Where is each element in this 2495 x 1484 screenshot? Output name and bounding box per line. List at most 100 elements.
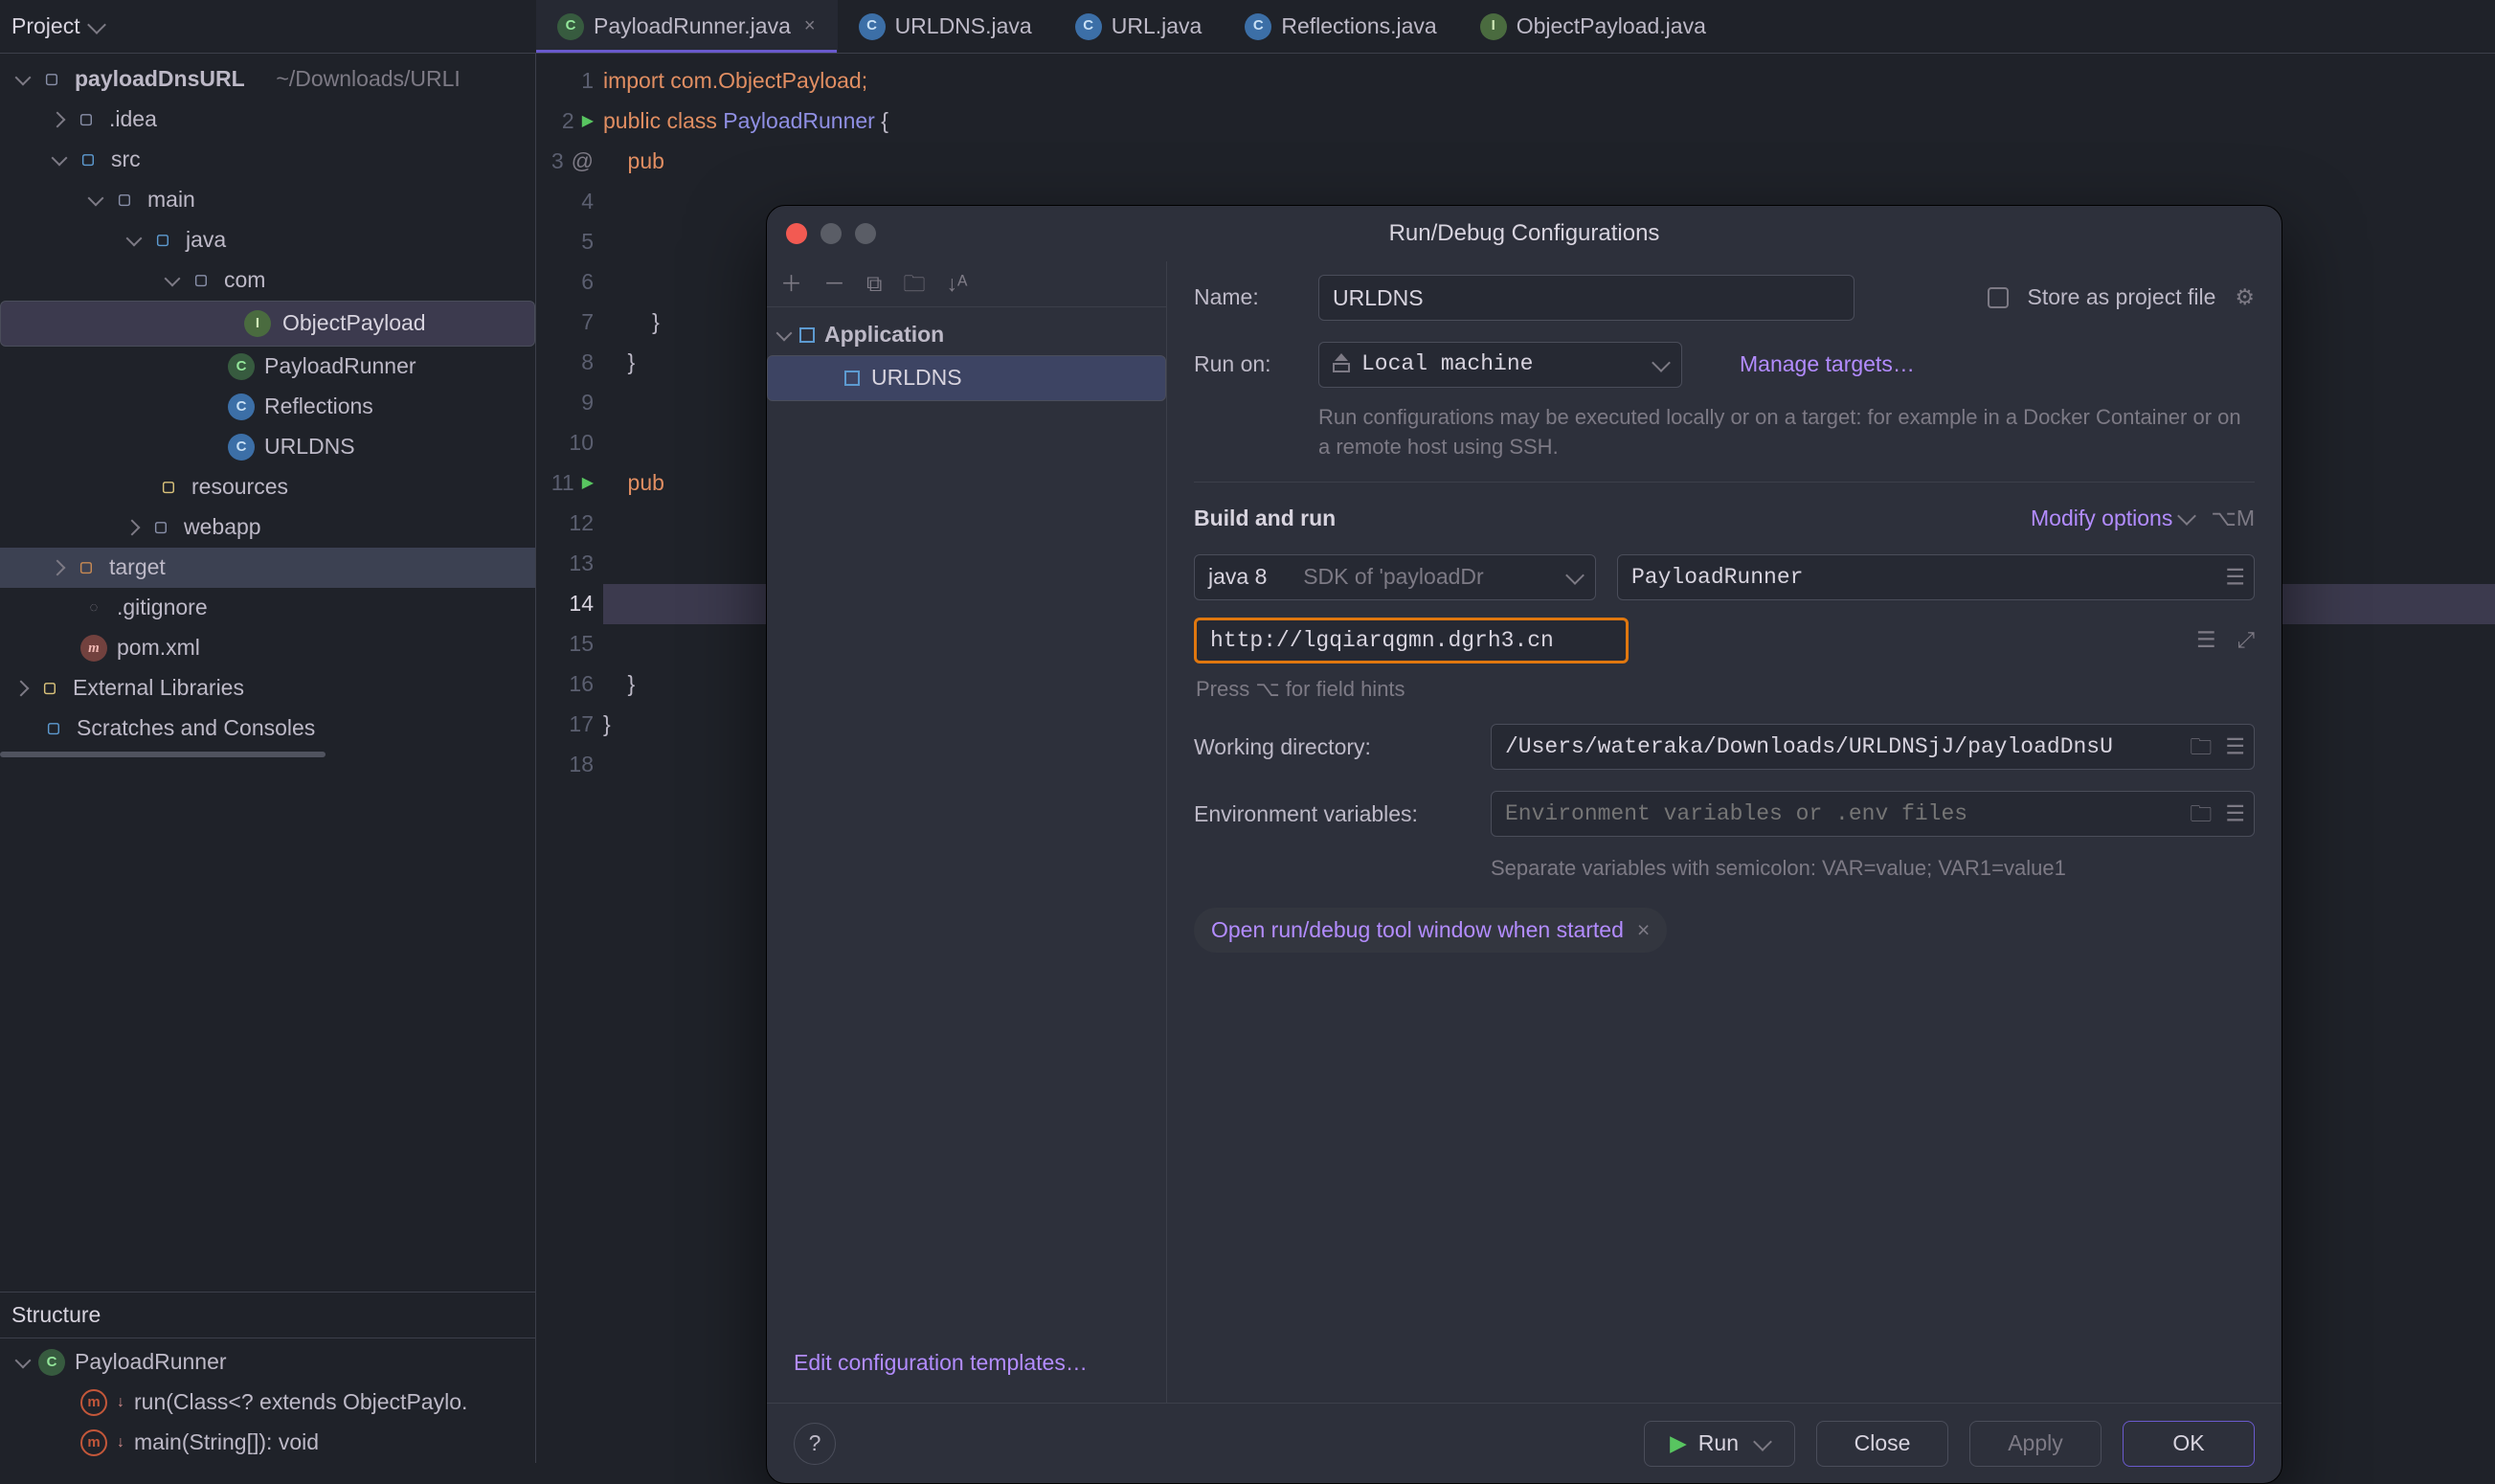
tree-target[interactable]: ▢target [0, 548, 535, 588]
horizontal-scrollbar[interactable] [0, 749, 535, 758]
config-item-urldns[interactable]: URLDNS [767, 355, 1166, 401]
project-toolwindow-header[interactable]: Project [0, 0, 536, 53]
folder-icon: ▢ [149, 227, 176, 254]
structure-class[interactable]: CPayloadRunner [0, 1342, 535, 1383]
copy-icon[interactable]: ⧉ [866, 269, 882, 299]
minimize-window-icon[interactable] [820, 223, 842, 244]
project-root[interactable]: ▢payloadDnsURL ~/Downloads/URLI [0, 59, 535, 100]
interface-icon: I [244, 310, 271, 337]
editor-tabs: C PayloadRunner.java × C URLDNS.java C U… [536, 0, 2495, 53]
tree-ext-libs[interactable]: ▢External Libraries [0, 668, 535, 708]
tab-label: ObjectPayload.java [1517, 11, 1706, 41]
code-text: import com.ObjectPayload; [603, 66, 867, 96]
dialog-titlebar[interactable]: Run/Debug Configurations [767, 206, 2281, 261]
tree-java[interactable]: ▢java [0, 220, 535, 260]
folder-icon: ▢ [73, 106, 100, 133]
structure-method-run[interactable]: m↓run(Class<? extends ObjectPaylo. [0, 1383, 535, 1423]
working-dir-label: Working directory: [1194, 732, 1472, 762]
tab-label: Reflections.java [1281, 11, 1436, 41]
folder-icon: ▢ [38, 66, 65, 93]
tree-gitignore[interactable]: ◌.gitignore [0, 588, 535, 628]
close-button[interactable]: Close [1816, 1421, 1948, 1467]
folder-icon: ▢ [147, 514, 174, 541]
config-tree[interactable]: Application URLDNS [767, 307, 1166, 1323]
tab-payloadrunner[interactable]: C PayloadRunner.java × [536, 0, 838, 53]
gear-icon[interactable]: ⚙ [2235, 282, 2255, 312]
tree-objectpayload[interactable]: IObjectPayload [0, 301, 535, 347]
tree-src[interactable]: ▢src [0, 140, 535, 180]
method-icon: m [80, 1389, 107, 1416]
program-arguments-input[interactable] [1194, 618, 1629, 663]
zoom-window-icon[interactable] [855, 223, 876, 244]
project-tree[interactable]: ▢payloadDnsURL ~/Downloads/URLI ▢.idea ▢… [0, 54, 535, 1292]
tree-payloadrunner[interactable]: CPayloadRunner [0, 347, 535, 387]
runnable-class-icon: C [557, 13, 584, 40]
edit-templates-link[interactable]: Edit configuration templates… [767, 1323, 1166, 1403]
add-icon[interactable]: ＋ [780, 269, 802, 299]
folder-icon[interactable]: 🗀 [2190, 799, 2212, 829]
name-input[interactable] [1318, 275, 1854, 321]
tab-urldns[interactable]: C URLDNS.java [838, 0, 1054, 53]
env-hint: Separate variables with semicolon: VAR=v… [1491, 854, 2255, 883]
save-template-icon[interactable]: 🗀 [903, 269, 925, 299]
tree-pom[interactable]: mpom.xml [0, 628, 535, 668]
structure-tree[interactable]: CPayloadRunner m↓run(Class<? extends Obj… [0, 1338, 535, 1463]
run-line-icon[interactable]: ▶ [582, 473, 594, 494]
tree-resources[interactable]: ▢resources [0, 467, 535, 507]
run-line-icon[interactable]: ▶ [582, 111, 594, 132]
jre-select[interactable]: java 8 SDK of 'payloadDr [1194, 554, 1596, 600]
chevron-down-icon [87, 15, 106, 34]
option-chip-open-tool-window[interactable]: Open run/debug tool window when started× [1194, 908, 1667, 953]
store-as-project-checkbox[interactable] [1988, 287, 2009, 308]
tree-main[interactable]: ▢main [0, 180, 535, 220]
tree-com[interactable]: ▢com [0, 260, 535, 301]
run-on-note: Run configurations may be executed local… [1318, 403, 2255, 462]
env-label: Environment variables: [1194, 799, 1472, 829]
folder-icon: ▢ [111, 187, 138, 214]
dialog-title: Run/Debug Configurations [767, 218, 2281, 249]
modify-options-link[interactable]: Modify options ⌥M [2031, 504, 2255, 533]
list-icon[interactable]: ☰ [2196, 625, 2216, 655]
tree-webapp[interactable]: ▢webapp [0, 507, 535, 548]
structure-method-main[interactable]: m↓main(String[]): void [0, 1423, 535, 1463]
tab-objectpayload[interactable]: I ObjectPayload.java [1459, 0, 1728, 53]
list-icon[interactable]: ☰ [2225, 799, 2245, 829]
close-icon[interactable]: × [804, 13, 816, 39]
working-dir-input[interactable] [1491, 724, 2255, 770]
remove-icon[interactable]: － [823, 269, 845, 299]
list-icon[interactable]: ☰ [2225, 562, 2245, 592]
ok-button[interactable]: OK [2123, 1421, 2255, 1467]
tree-idea[interactable]: ▢.idea [0, 100, 535, 140]
class-icon: C [859, 13, 886, 40]
folder-icon: ▢ [75, 146, 101, 173]
tab-label: URL.java [1112, 11, 1203, 41]
list-icon[interactable]: ☰ [2225, 732, 2245, 762]
sort-icon[interactable]: ↓ᴬ [946, 269, 967, 299]
manage-targets-link[interactable]: Manage targets… [1740, 349, 1915, 379]
help-button[interactable]: ? [794, 1423, 836, 1465]
class-icon: C [228, 434, 255, 461]
folder-icon[interactable]: 🗀 [2190, 732, 2212, 762]
tab-reflections[interactable]: C Reflections.java [1224, 0, 1458, 53]
tree-scratches[interactable]: ▢Scratches and Consoles [0, 708, 535, 749]
config-category-application[interactable]: Application [767, 315, 1166, 355]
expand-icon[interactable]: ⤢ [2237, 625, 2255, 655]
runnable-class-icon: C [228, 353, 255, 380]
run-button[interactable]: ▶Run [1644, 1421, 1795, 1467]
apply-button[interactable]: Apply [1969, 1421, 2102, 1467]
args-hint: Press ⌥ for field hints [1196, 675, 2255, 704]
method-icon: m [80, 1429, 107, 1456]
remove-chip-icon[interactable]: × [1637, 915, 1650, 945]
home-icon [1333, 357, 1350, 372]
tree-urldns[interactable]: CURLDNS [0, 427, 535, 467]
env-input[interactable] [1491, 791, 2255, 837]
run-on-label: Run on: [1194, 349, 1299, 379]
editor-gutter[interactable]: 1 2 ▶ 3 @ 456789 10 11 ▶ 1213 14 1516171… [536, 54, 603, 1463]
structure-toolwindow-header[interactable]: Structure [0, 1292, 535, 1338]
run-on-select[interactable]: Local machine [1318, 342, 1682, 388]
tree-reflections[interactable]: CReflections [0, 387, 535, 427]
main-class-input[interactable] [1617, 554, 2255, 600]
application-icon [799, 327, 815, 343]
tab-url[interactable]: C URL.java [1054, 0, 1225, 53]
close-window-icon[interactable] [786, 223, 807, 244]
